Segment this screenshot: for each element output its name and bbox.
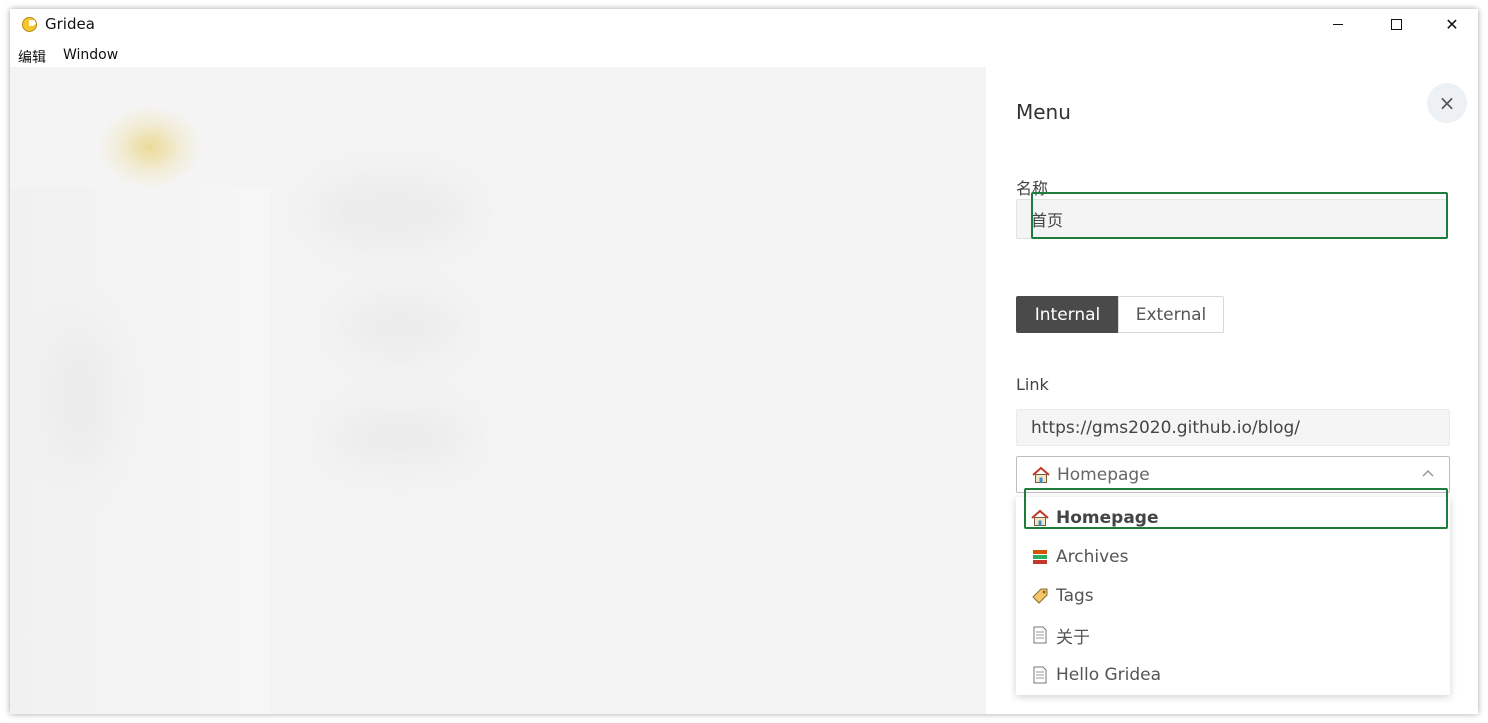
option-label: Archives <box>1056 547 1129 567</box>
chevron-up-icon <box>1422 469 1434 477</box>
name-input[interactable]: 首页 <box>1016 199 1448 239</box>
page-icon <box>1033 666 1047 684</box>
blurred-background <box>10 67 986 714</box>
minimize-button[interactable] <box>1310 9 1366 39</box>
select-value: Homepage <box>1057 464 1150 485</box>
blurred-block <box>330 407 470 467</box>
gridea-logo-icon <box>22 17 37 32</box>
menu-edit[interactable]: 编辑 <box>18 47 46 67</box>
internal-toggle[interactable]: Internal <box>1016 296 1119 333</box>
menu-edit-panel: Menu × 名称 首页 Internal External Link http… <box>986 67 1478 714</box>
tag-icon <box>1032 588 1048 604</box>
link-label: Link <box>1016 375 1049 394</box>
external-toggle[interactable]: External <box>1118 296 1224 333</box>
link-input[interactable]: https://gms2020.github.io/blog/ <box>1016 409 1450 446</box>
blurred-block <box>310 177 470 247</box>
dropdown-option-tags[interactable]: Tags <box>1030 582 1094 610</box>
option-label: 关于 <box>1056 627 1090 648</box>
window-title: Gridea <box>45 15 95 33</box>
close-window-button[interactable]: ✕ <box>1424 9 1480 39</box>
panel-title: Menu <box>1016 100 1071 124</box>
maximize-button[interactable] <box>1368 9 1424 39</box>
option-label: Tags <box>1056 586 1094 606</box>
menu-bar: 编辑 Window <box>10 43 310 67</box>
close-icon: × <box>1438 91 1456 115</box>
link-dropdown: Homepage Archives Tags 关于 Hello Gridea <box>1016 497 1450 695</box>
menu-window[interactable]: Window <box>63 47 118 63</box>
option-label: Homepage <box>1056 508 1159 528</box>
dropdown-option-hello-gridea[interactable]: Hello Gridea <box>1030 661 1161 689</box>
name-label: 名称 <box>1016 179 1049 198</box>
blurred-logo <box>100 107 200 187</box>
link-input-value: https://gms2020.github.io/blog/ <box>1031 417 1301 438</box>
dropdown-option-homepage[interactable]: Homepage <box>1030 504 1159 532</box>
maximize-icon <box>1390 18 1402 30</box>
app-window: Gridea ✕ 编辑 Window Menu × 名称 首页 Internal… <box>10 9 1478 714</box>
close-panel-button[interactable]: × <box>1427 83 1467 123</box>
dropdown-option-archives[interactable]: Archives <box>1030 543 1128 571</box>
close-icon: ✕ <box>1445 14 1459 34</box>
books-icon <box>1033 550 1047 564</box>
house-icon <box>1031 509 1049 526</box>
blurred-sidebar <box>10 187 270 714</box>
minimize-icon <box>1333 23 1343 25</box>
name-input-value: 首页 <box>1031 211 1064 230</box>
house-icon <box>1032 466 1050 483</box>
blurred-block <box>340 297 460 357</box>
blurred-block <box>50 327 110 467</box>
page-icon <box>1033 626 1047 644</box>
option-label: Hello Gridea <box>1056 665 1162 685</box>
dropdown-option-about[interactable]: 关于 <box>1030 621 1090 649</box>
link-select[interactable]: Homepage <box>1016 456 1450 493</box>
title-bar: Gridea ✕ <box>10 9 1478 39</box>
